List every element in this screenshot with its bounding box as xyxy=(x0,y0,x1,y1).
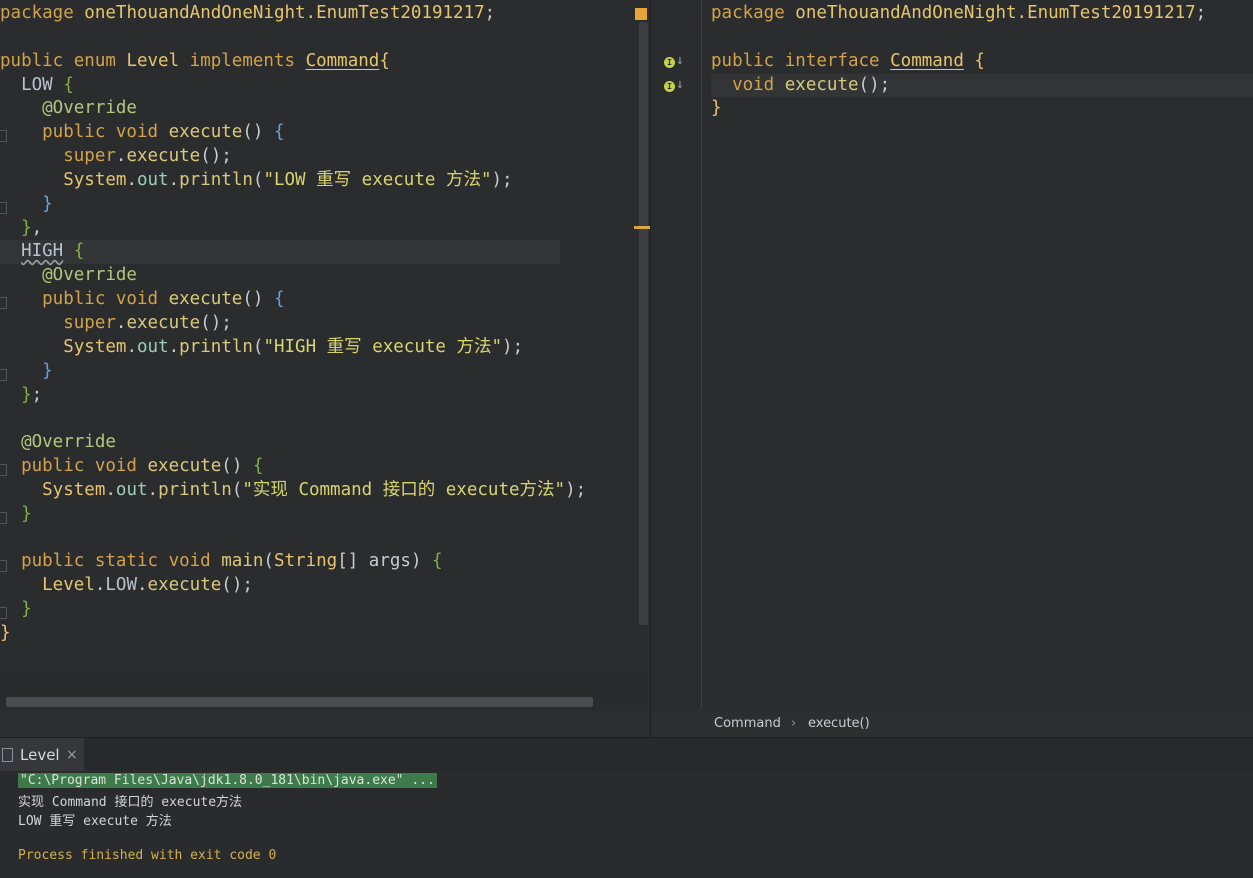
breadcrumb: Command › execute() xyxy=(652,710,1253,737)
code-line-17[interactable]: }; xyxy=(0,384,586,408)
code-line-3[interactable]: public interface Command { xyxy=(711,50,1253,74)
code-line-16[interactable]: } xyxy=(0,360,586,384)
run-console[interactable]: "C:\Program Files\Java\jdk1.8.0_181\bin\… xyxy=(0,771,1253,878)
breadcrumb-item-execute[interactable]: execute() xyxy=(808,716,870,731)
code-line-26[interactable]: } xyxy=(0,598,586,622)
console-output-line: LOW 重写 execute 方法 xyxy=(18,814,172,829)
code-line-15[interactable]: System.out.println("HIGH 重写 execute 方法")… xyxy=(0,336,586,360)
console-exit-line: Process finished with exit code 0 xyxy=(18,848,277,863)
editor-command-java[interactable]: package oneThouandAndOneNight.EnumTest20… xyxy=(651,0,1253,710)
code-line-7[interactable]: super.execute(); xyxy=(0,145,586,169)
close-icon[interactable]: × xyxy=(66,747,78,763)
code-line-10[interactable]: }, xyxy=(0,217,586,241)
editor-level-java[interactable]: package oneThouandAndOneNight.EnumTest20… xyxy=(0,0,650,670)
code-line-1[interactable]: package oneThouandAndOneNight.EnumTest20… xyxy=(711,2,1253,26)
error-stripe-marker[interactable] xyxy=(635,8,647,20)
warning-stripe-marker[interactable] xyxy=(634,226,650,229)
code-line-5[interactable]: } xyxy=(711,97,1253,121)
code-line-23[interactable] xyxy=(0,527,586,551)
code-line-4[interactable]: void execute(); xyxy=(711,73,1253,98)
code-line-18[interactable] xyxy=(0,407,586,431)
implemented-method-icon[interactable]: I ↓ xyxy=(664,77,686,95)
breadcrumb-item-command[interactable]: Command xyxy=(714,716,781,731)
console-output-line: 实现 Command 接口的 execute方法 xyxy=(18,795,243,810)
code-line-19[interactable]: @Override xyxy=(0,431,586,455)
horizontal-scrollbar[interactable] xyxy=(6,697,593,707)
code-line-9[interactable]: } xyxy=(0,193,586,217)
code-line-2[interactable] xyxy=(711,26,1253,50)
code-line-4[interactable]: LOW { xyxy=(0,74,586,98)
code-line-27[interactable]: } xyxy=(0,622,586,646)
code-line-11[interactable]: HIGH { xyxy=(0,240,560,265)
vertical-scrollbar[interactable] xyxy=(639,22,648,625)
code-line-5[interactable]: @Override xyxy=(0,97,586,121)
tab-level[interactable]: Level × xyxy=(0,738,84,773)
code-line-3[interactable]: public enum Level implements Command{ xyxy=(0,50,586,74)
code-line-2[interactable] xyxy=(0,26,586,50)
editor-footer-strip xyxy=(0,710,650,737)
code-line-1[interactable]: package oneThouandAndOneNight.EnumTest20… xyxy=(0,2,586,26)
run-tool-window-tabs: Level × xyxy=(0,737,1253,773)
gutter-separator xyxy=(701,0,702,708)
implemented-method-icon[interactable]: I ↓ xyxy=(664,53,686,71)
code-line-24[interactable]: public static void main(String[] args) { xyxy=(0,550,586,574)
tab-label: Level xyxy=(20,746,60,764)
code-line-13[interactable]: public void execute() { xyxy=(0,288,586,312)
code-line-25[interactable]: Level.LOW.execute(); xyxy=(0,574,586,598)
breadcrumb-separator: › xyxy=(791,716,797,731)
code-line-8[interactable]: System.out.println("LOW 重写 execute 方法"); xyxy=(0,169,586,193)
code-line-20[interactable]: public void execute() { xyxy=(0,455,586,479)
code-line-14[interactable]: super.execute(); xyxy=(0,312,586,336)
code-line-6[interactable]: public void execute() { xyxy=(0,121,586,145)
console-icon xyxy=(2,748,13,762)
code-line-12[interactable]: @Override xyxy=(0,264,586,288)
console-command-line[interactable]: "C:\Program Files\Java\jdk1.8.0_181\bin\… xyxy=(18,773,437,788)
code-line-22[interactable]: } xyxy=(0,503,586,527)
code-line-21[interactable]: System.out.println("实现 Command 接口的 execu… xyxy=(0,479,586,503)
